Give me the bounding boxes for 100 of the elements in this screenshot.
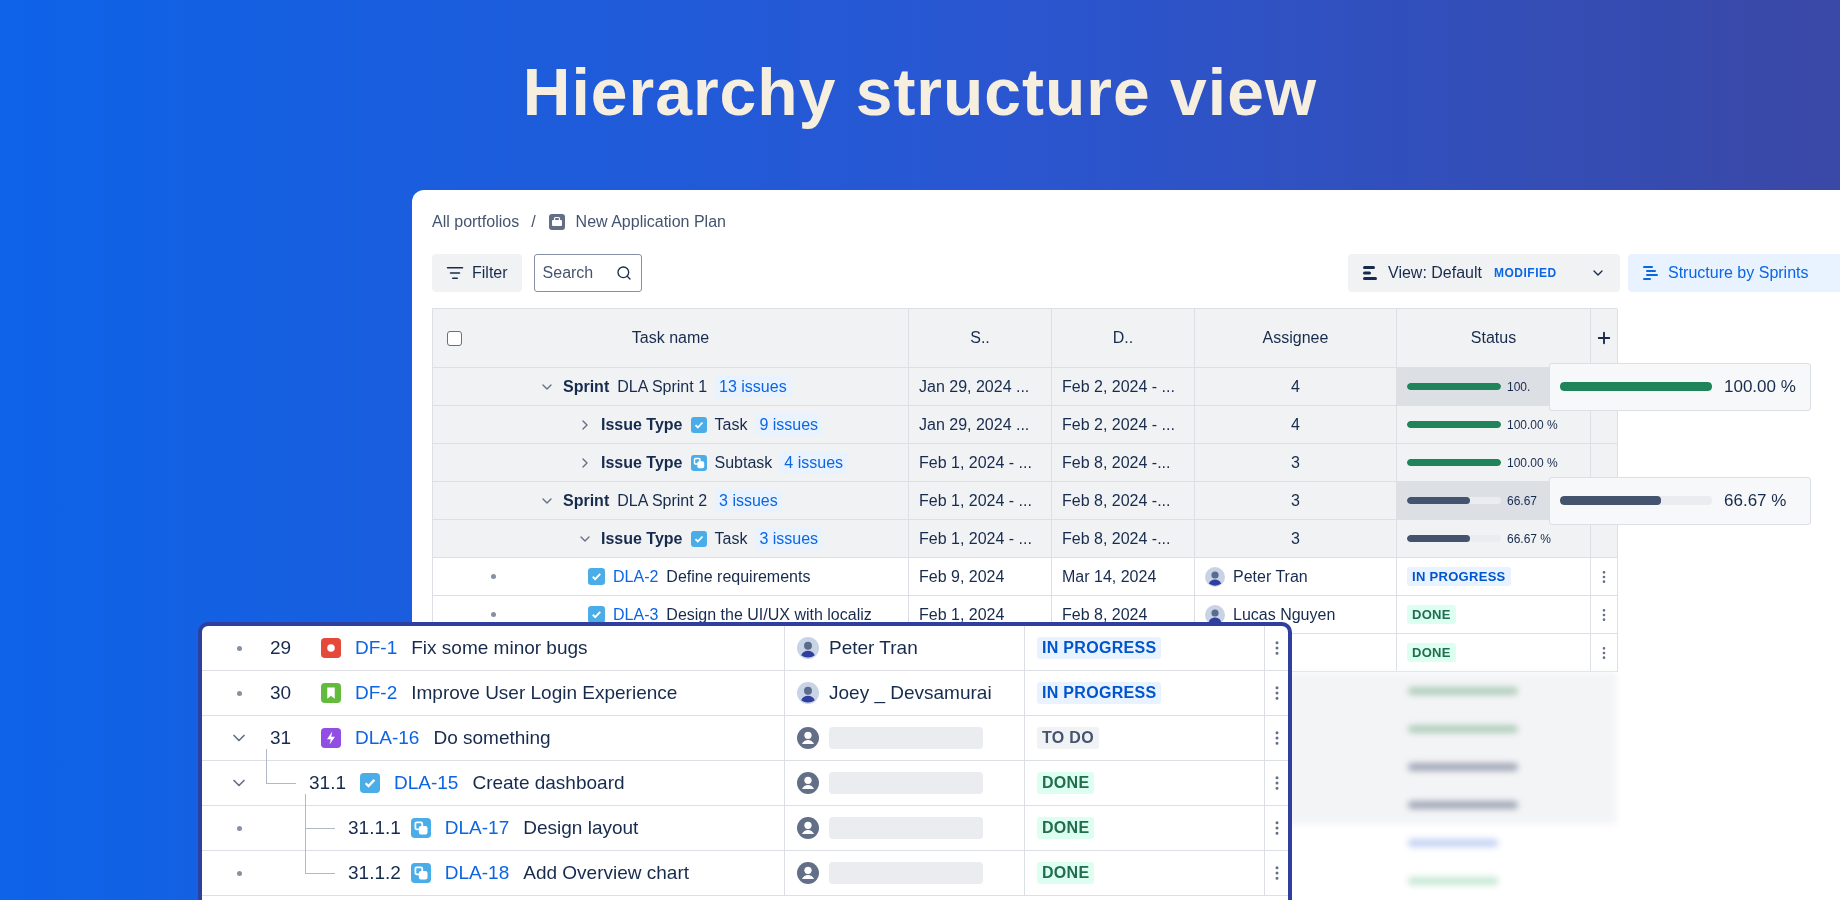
issue-count-link[interactable]: 9 issues — [755, 413, 823, 436]
assignee-count: 4 — [1291, 415, 1300, 434]
issue-summary: Create dashboard — [472, 772, 625, 794]
status-lozenge: DONE — [1037, 817, 1095, 839]
group-name: DLA Sprint 1 — [617, 377, 708, 396]
issue-summary: Design the UI/UX with localiz — [666, 605, 872, 624]
status-lozenge: TO DO — [1037, 727, 1099, 749]
start-date: Feb 1, 2024 - ... — [919, 529, 1032, 548]
subtask-icon — [410, 863, 431, 883]
due-date: Mar 14, 2024 — [1062, 567, 1157, 586]
issue-key-link[interactable]: DF-1 — [355, 637, 398, 659]
issue-summary: Define requirements — [666, 567, 811, 586]
start-date: Jan 29, 2024 ... — [919, 415, 1030, 434]
filter-icon — [446, 264, 464, 282]
progress-reading: 100.00 % — [1507, 455, 1558, 470]
column-header: Task name — [631, 329, 710, 347]
subtask-icon — [410, 818, 431, 838]
progress-reading: 66.67 % — [1724, 490, 1787, 511]
due-date: Feb 8, 2024 -... — [1062, 453, 1171, 472]
task-icon — [690, 530, 707, 547]
group-label: Sprint — [563, 377, 610, 396]
issue-key-link[interactable]: DLA-18 — [444, 862, 510, 884]
status-lozenge: DONE — [1037, 772, 1095, 794]
progress-reading: 100.00 % — [1724, 376, 1796, 397]
status-lozenge: DONE — [1037, 862, 1095, 884]
progress-reading: 66.67 — [1507, 493, 1538, 508]
status-lozenge: IN PROGRESS — [1037, 637, 1162, 659]
assignee-count: 3 — [1291, 453, 1300, 472]
breadcrumb-separator: / — [531, 213, 536, 231]
issue-key-link[interactable]: DLA-15 — [394, 772, 459, 794]
issue-summary: Add Overview chart — [523, 862, 690, 884]
issue-key-link[interactable]: DLA-17 — [444, 817, 510, 839]
task-icon — [690, 416, 707, 433]
progress-reading: 100. — [1507, 379, 1531, 394]
issue-count-link[interactable]: 3 issues — [755, 527, 823, 550]
issue-count-link[interactable]: 13 issues — [715, 375, 791, 398]
status-lozenge: IN PROGRESS — [1037, 682, 1162, 704]
start-date: Feb 1, 2024 — [919, 605, 1005, 624]
group-label: Issue Type — [601, 453, 683, 472]
issue-key-link[interactable]: DF-2 — [355, 682, 398, 704]
issue-key-link[interactable]: DLA-2 — [613, 567, 659, 586]
column-header: Assignee — [1262, 329, 1329, 347]
group-name: Task — [714, 529, 748, 548]
status-lozenge: IN PROGRESS — [1407, 567, 1511, 586]
group-name: Task — [714, 415, 748, 434]
bullet-icon — [236, 645, 242, 651]
group-label: Sprint — [563, 491, 610, 510]
issue-key-link[interactable]: DLA-16 — [355, 727, 420, 749]
due-date: Feb 8, 2024 -... — [1062, 491, 1171, 510]
avatar-icon — [797, 682, 819, 704]
row-number: 31.1.1 — [348, 817, 401, 839]
task-icon — [588, 568, 605, 585]
row-number: 31.1 — [309, 772, 347, 794]
modified-label: MODIFIED — [1493, 265, 1558, 282]
row-number: 31.1.2 — [348, 862, 401, 884]
search-icon — [615, 265, 632, 281]
issue-count-link[interactable]: 3 issues — [715, 489, 782, 512]
issue-summary: Improve User Login Experience — [411, 682, 678, 704]
row-number: 30 — [270, 682, 293, 704]
group-label: Issue Type — [601, 415, 683, 434]
due-date: Feb 2, 2024 - ... — [1062, 415, 1175, 434]
issue-key-link[interactable]: DLA-3 — [613, 605, 659, 624]
filter-button[interactable]: Filter — [432, 254, 522, 292]
epic-icon — [321, 728, 341, 748]
assignee-name: Peter Tran — [1233, 567, 1308, 586]
story-icon — [321, 683, 341, 703]
breadcrumb-link[interactable]: New Application Plan — [575, 213, 726, 231]
row-number: 29 — [270, 637, 293, 659]
checkbox[interactable] — [447, 330, 462, 346]
start-date: Feb 1, 2024 - ... — [919, 453, 1032, 472]
group-name: DLA Sprint 2 — [617, 491, 708, 510]
search-field[interactable]: Search — [533, 254, 642, 292]
issue-count-link[interactable]: 4 issues — [780, 451, 848, 474]
assignee-count: 3 — [1291, 529, 1300, 548]
bullet-icon — [236, 690, 242, 696]
progress-reading: 100.00 % — [1507, 417, 1558, 432]
column-header: Status — [1470, 329, 1517, 347]
avatar-icon — [1205, 566, 1225, 587]
assignee-name: Lucas Nguyen — [1233, 605, 1336, 624]
due-date: Feb 2, 2024 - ... — [1062, 377, 1175, 396]
start-date: Feb 1, 2024 - ... — [919, 491, 1032, 510]
avatar-icon — [797, 637, 819, 659]
assignee-name: Peter Tran — [829, 637, 918, 659]
structure-button[interactable]: Structure by Sprints — [1628, 254, 1840, 292]
view-button[interactable]: View: Default MODIFIED — [1348, 254, 1620, 292]
assignee-name: Joey _ Devsamurai — [829, 682, 992, 704]
user-icon — [797, 772, 819, 794]
breadcrumb-link[interactable]: All portfolios — [432, 213, 520, 231]
group-name: Subtask — [714, 453, 773, 472]
task-icon — [360, 773, 380, 793]
assignee-count: 4 — [1291, 377, 1300, 396]
start-date: Jan 29, 2024 ... — [919, 377, 1030, 396]
subtask-icon — [690, 454, 707, 471]
bars-icon — [1362, 265, 1380, 281]
user-icon — [797, 862, 819, 884]
page-headline: Hierarchy structure view — [521, 54, 1319, 131]
due-date: Feb 8, 2024 — [1062, 605, 1148, 624]
bullet-icon — [236, 870, 242, 876]
bullet-icon — [491, 612, 496, 617]
add-column-icon[interactable] — [1595, 329, 1613, 347]
